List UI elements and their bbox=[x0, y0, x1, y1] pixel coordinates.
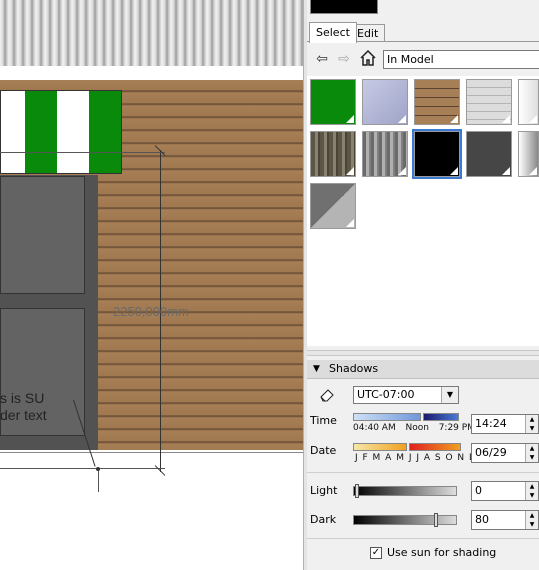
date-input[interactable]: 06/29 ▲ ▼ bbox=[471, 443, 539, 463]
forward-arrow-icon[interactable]: ⇨ bbox=[335, 50, 353, 68]
model-viewport[interactable]: 2250,000mm s is SU der text bbox=[0, 0, 303, 570]
swatch-light-siding[interactable] bbox=[466, 79, 512, 125]
spinner-arrows-icon[interactable]: ▲ ▼ bbox=[525, 482, 538, 500]
swatch-black[interactable] bbox=[412, 129, 462, 179]
swatch-lavender[interactable] bbox=[362, 79, 408, 125]
leader-line-drop bbox=[98, 468, 99, 492]
back-arrow-icon[interactable]: ⇦ bbox=[313, 50, 331, 68]
light-input[interactable]: 0 ▲ ▼ bbox=[471, 481, 539, 501]
time-label: Time bbox=[310, 414, 337, 427]
date-slider-spring bbox=[353, 443, 407, 451]
use-sun-label[interactable]: Use sun for shading bbox=[387, 546, 496, 559]
date-slider-fall bbox=[409, 443, 461, 451]
dark-value: 80 bbox=[475, 513, 489, 526]
navigation-row: ⇦ ⇨ In Model bbox=[307, 48, 539, 70]
shadow-toggle-icon[interactable] bbox=[319, 386, 335, 402]
swatch-rough-wood[interactable] bbox=[310, 131, 356, 177]
date-value: 06/29 bbox=[475, 446, 507, 459]
ground-line bbox=[0, 452, 303, 453]
time-slider-day bbox=[353, 413, 421, 421]
swatch-white-gradient[interactable] bbox=[518, 79, 539, 125]
chevron-down-icon[interactable]: ▼ bbox=[441, 387, 458, 403]
current-material-swatch bbox=[310, 0, 378, 14]
light-slider-thumb[interactable] bbox=[355, 484, 359, 498]
use-sun-checkbox[interactable]: ✓ bbox=[370, 547, 382, 559]
collection-dropdown[interactable]: In Model bbox=[383, 50, 539, 69]
light-slider[interactable] bbox=[353, 484, 457, 498]
dark-input[interactable]: 80 ▲ ▼ bbox=[471, 510, 539, 530]
panel-separator[interactable] bbox=[307, 350, 539, 356]
time-input[interactable]: 14:24 ▲ ▼ bbox=[471, 414, 539, 434]
light-value: 0 bbox=[475, 484, 482, 497]
time-value: 14:24 bbox=[475, 417, 507, 430]
sunset-label: 7:29 PM bbox=[438, 423, 475, 433]
month-labels: J F M A M J J A S O N D bbox=[355, 453, 477, 463]
time-slider[interactable]: 04:40 AM Noon 7:29 PM bbox=[353, 413, 475, 435]
sunrise-label: 04:40 AM bbox=[353, 423, 396, 433]
door-panel-upper bbox=[0, 176, 85, 294]
swatch-split-gray[interactable] bbox=[310, 183, 356, 229]
date-slider[interactable]: J F M A M J J A S O N D bbox=[353, 443, 476, 463]
light-label: Light bbox=[310, 484, 338, 497]
leader-arrow-dot bbox=[96, 467, 100, 471]
collapse-arrow-icon[interactable]: ▼ bbox=[313, 360, 320, 378]
time-slider-labels: 04:40 AM Noon 7:29 PM bbox=[353, 423, 475, 433]
dark-slider[interactable] bbox=[353, 513, 457, 527]
dark-label: Dark bbox=[310, 513, 337, 526]
corrugated-roof bbox=[0, 0, 303, 66]
leader-text: s is SU der text bbox=[0, 390, 47, 423]
material-swatches bbox=[307, 76, 539, 346]
swatch-wood-siding[interactable] bbox=[414, 79, 460, 125]
dimension-extension-bottom bbox=[0, 468, 165, 469]
spinner-arrows-icon[interactable]: ▲ ▼ bbox=[525, 511, 538, 529]
divider bbox=[307, 538, 539, 539]
divider bbox=[307, 472, 539, 473]
home-icon[interactable] bbox=[359, 49, 377, 68]
dark-slider-thumb[interactable] bbox=[434, 513, 438, 527]
roof-fascia bbox=[0, 66, 303, 80]
noon-label: Noon bbox=[405, 423, 429, 433]
shadows-header[interactable]: ▼ Shadows bbox=[307, 360, 539, 379]
material-tabs: Select Edit bbox=[307, 22, 539, 43]
swatch-green[interactable] bbox=[310, 79, 356, 125]
spinner-arrows-icon[interactable]: ▲ ▼ bbox=[525, 415, 538, 433]
shadows-title: Shadows bbox=[329, 362, 379, 375]
spinner-arrows-icon[interactable]: ▲ ▼ bbox=[525, 444, 538, 462]
swatch-dark-gray[interactable] bbox=[466, 131, 512, 177]
materials-panel: Select Edit ⇦ ⇨ In Model ▼ Shadows UTC-0… bbox=[307, 0, 539, 570]
swatch-gray-wood[interactable] bbox=[362, 131, 408, 177]
dimension-extension-top bbox=[0, 152, 165, 153]
timezone-value: UTC-07:00 bbox=[357, 388, 415, 401]
striped-awning bbox=[0, 90, 122, 174]
timezone-select[interactable]: UTC-07:00 ▼ bbox=[353, 386, 459, 404]
tab-select[interactable]: Select bbox=[309, 22, 357, 43]
date-label: Date bbox=[310, 444, 337, 457]
dimension-text: 2250,000mm bbox=[113, 304, 189, 319]
time-slider-night bbox=[423, 413, 459, 421]
swatch-gray-gradient[interactable] bbox=[518, 131, 539, 177]
